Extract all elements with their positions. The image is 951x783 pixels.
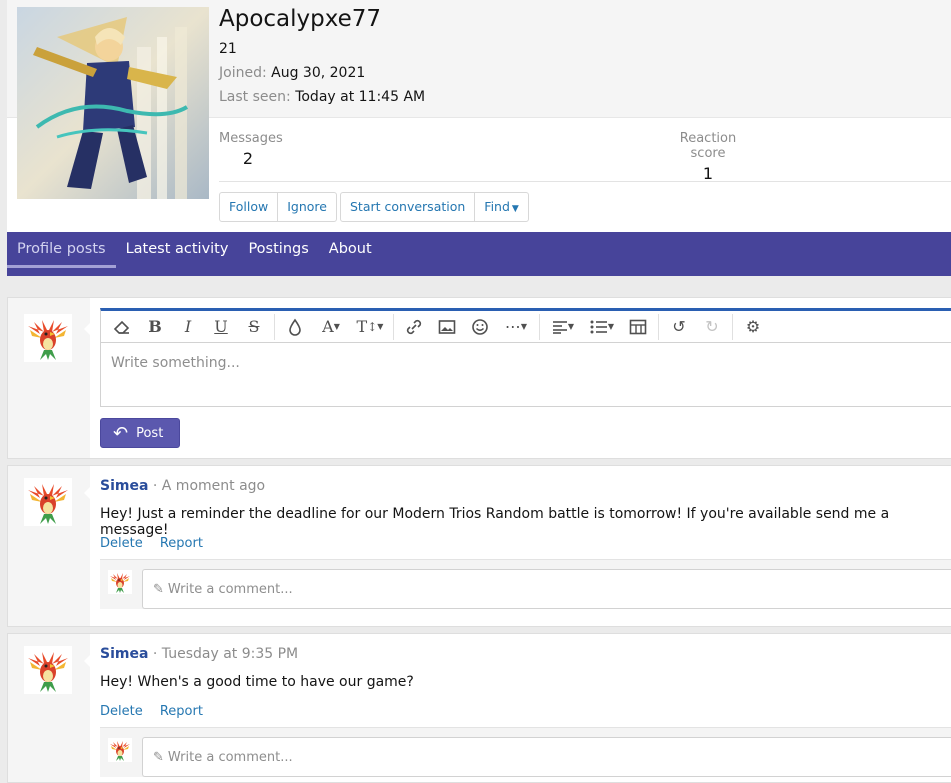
member-username: Apocalypxe77 [219,6,382,32]
table-icon[interactable] [625,314,651,340]
post-body: Hey! Just a reminder the deadline for ou… [100,506,890,538]
pencil-icon: ✎ [153,749,164,765]
text-color-icon[interactable] [282,314,308,340]
post-time[interactable]: Tuesday at 9:35 PM [162,646,298,662]
align-icon[interactable]: ▼ [547,314,579,340]
find-label: Find [484,199,510,214]
reaction-score-label: Reaction score [679,131,737,161]
author-avatar[interactable] [24,478,72,526]
viewer-avatar-small[interactable] [108,738,132,762]
find-button[interactable]: Find ▼ [474,193,528,221]
author-avatar[interactable] [24,646,72,694]
meta-separator: · [152,646,158,662]
member-header: Apocalypxe77 21 Joined: Aug 30, 2021 Las… [7,0,951,276]
member-avatar[interactable] [17,7,209,199]
member-user-title: 21 [219,41,237,57]
more-options-icon[interactable]: ⋯ ▼ [500,314,532,340]
underline-icon[interactable]: U [208,314,234,340]
start-conversation-button[interactable]: Start conversation [341,193,474,221]
joined-pair: Joined: Aug 30, 2021 [219,65,365,81]
reaction-score-stat: Reaction score 1 [661,131,755,183]
joined-value: Aug 30, 2021 [271,65,366,81]
messages-value: 2 [242,149,254,168]
last-seen-pair: Last seen: Today at 11:45 AM [219,89,425,105]
stats-divider [219,181,951,182]
comment-input[interactable]: ✎ Write a comment... [142,569,951,609]
conversation-find-group: Start conversation Find ▼ [340,192,529,222]
follow-button[interactable]: Follow [220,193,277,221]
speech-arrow [84,322,91,336]
profile-post-editor[interactable]: Write something... [100,343,951,407]
eraser-icon[interactable] [109,314,135,340]
italic-icon[interactable]: I [175,314,201,340]
undo-icon[interactable]: ↺ [666,314,692,340]
bold-icon[interactable]: B [142,314,168,340]
post-author-link[interactable]: Simea [100,478,148,494]
link-icon[interactable] [401,314,427,340]
pencil-icon: ✎ [153,581,164,597]
post-body: Hey! When's a good time to have our game… [100,674,414,690]
redo-icon[interactable]: ↻ [699,314,725,340]
list-icon[interactable]: ▼ [586,314,618,340]
comment-placeholder: Write a comment... [167,581,293,597]
ignore-button[interactable]: Ignore [277,193,336,221]
tab-about[interactable]: About [319,232,382,276]
last-seen-label: Last seen: [219,89,291,105]
speech-arrow [84,654,91,668]
post-header: Simea · A moment ago [100,478,265,494]
viewer-avatar[interactable] [24,314,72,362]
post-actions: Delete Report [100,704,216,719]
last-seen-value: Today at 11:45 AM [295,89,426,105]
viewer-avatar-small[interactable] [108,570,132,594]
meta-separator: · [152,478,158,494]
image-icon[interactable] [434,314,460,340]
post-actions: Delete Report [100,536,216,551]
editor-toolbar: B I U S A ▼ T ↕ ▼ ⋯ ▼ ▼ ▼ ↺ ↻ ⚙ [100,308,951,343]
report-link[interactable]: Report [160,704,203,719]
post-header: Simea · Tuesday at 9:35 PM [100,646,298,662]
reply-icon: ↶ [113,422,129,444]
smilie-icon[interactable] [467,314,493,340]
delete-link[interactable]: Delete [100,536,143,551]
toolbar-separator [658,313,659,340]
caret-down-icon: ▼ [511,204,519,214]
messages-label: Messages [219,131,283,146]
font-size-icon[interactable]: T ↕ ▼ [354,314,386,340]
profile-tabs: Profile posts Latest activity Postings A… [7,232,951,276]
profile-post-card: Simea · Tuesday at 9:35 PM Hey! When's a… [7,633,951,783]
tab-profile-posts[interactable]: Profile posts [7,232,116,276]
toolbar-separator [274,313,275,340]
toolbar-separator [732,313,733,340]
speech-arrow [84,486,91,500]
delete-link[interactable]: Delete [100,704,143,719]
settings-icon[interactable]: ⚙ [740,314,766,340]
font-family-icon[interactable]: A ▼ [315,314,347,340]
strikethrough-icon[interactable]: S [241,314,267,340]
toolbar-separator [393,313,394,340]
comment-box: ✎ Write a comment... [100,559,951,609]
report-link[interactable]: Report [160,536,203,551]
post-button[interactable]: ↶ Post [100,418,180,448]
toolbar-separator [539,313,540,340]
profile-post-card: Simea · A moment ago Hey! Just a reminde… [7,465,951,627]
joined-label: Joined: [219,65,267,81]
comment-box: ✎ Write a comment... [100,727,951,777]
messages-stat[interactable]: Messages 2 [219,131,283,168]
post-author-link[interactable]: Simea [100,646,148,662]
new-profile-post-card: B I U S A ▼ T ↕ ▼ ⋯ ▼ ▼ ▼ ↺ ↻ ⚙ Write so… [7,297,951,459]
tab-latest-activity[interactable]: Latest activity [116,232,239,276]
post-time[interactable]: A moment ago [162,478,265,494]
comment-placeholder: Write a comment... [167,749,293,765]
follow-ignore-group: Follow Ignore [219,192,337,222]
post-button-label: Post [136,425,164,441]
comment-input[interactable]: ✎ Write a comment... [142,737,951,777]
tab-postings[interactable]: Postings [238,232,318,276]
